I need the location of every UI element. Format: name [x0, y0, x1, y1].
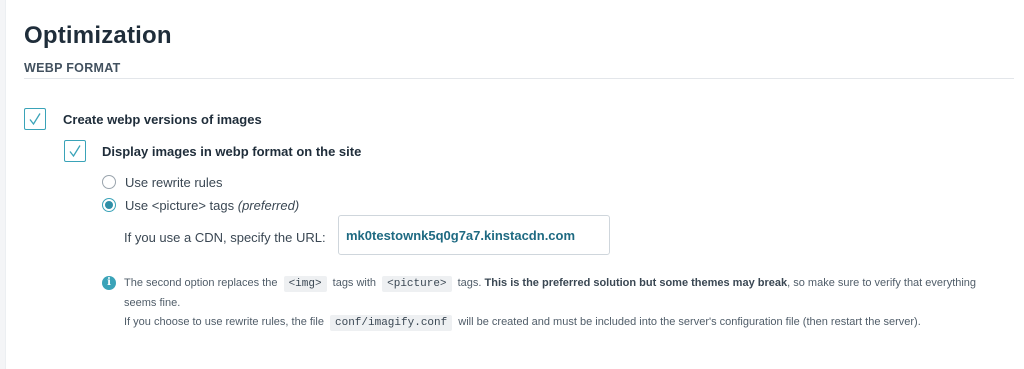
code-conf-file: conf/imagify.conf: [330, 315, 453, 331]
settings-page: Optimization WEBP FORMAT Create webp ver…: [24, 0, 1014, 369]
radio-picture-tags[interactable]: Use <picture> tags (preferred): [102, 196, 299, 214]
radio-rewrite-label[interactable]: Use rewrite rules: [125, 175, 223, 190]
help-note: The second option replaces the <img> tag…: [124, 274, 1009, 333]
code-img: <img>: [283, 276, 327, 292]
preferred-hint: (preferred): [237, 197, 300, 213]
display-webp-checkbox[interactable]: [64, 140, 86, 162]
radio-dot: [105, 201, 113, 209]
note-text: will be created and must be included int…: [458, 316, 921, 328]
radio-picture-main: Use <picture> tags: [125, 197, 235, 213]
radio-rewrite-rules[interactable]: Use rewrite rules: [102, 173, 223, 191]
cdn-url-label: If you use a CDN, specify the URL:: [124, 230, 326, 245]
note-text: The second option replaces the: [124, 277, 278, 289]
radio-button-checked[interactable]: [102, 198, 116, 212]
info-icon: i: [102, 276, 116, 290]
note-line-2: If you choose to use rewrite rules, the …: [124, 313, 1009, 333]
display-webp-label[interactable]: Display images in webp format on the sit…: [102, 144, 361, 159]
section-title: WEBP FORMAT: [24, 61, 121, 75]
section-divider: [24, 78, 1014, 79]
note-text: If you choose to use rewrite rules, the …: [124, 316, 324, 328]
code-picture: <picture>: [382, 276, 452, 292]
create-webp-label[interactable]: Create webp versions of images: [63, 112, 262, 127]
left-panel-edge: [0, 0, 6, 369]
radio-button-unchecked[interactable]: [102, 175, 116, 189]
note-text: tags with: [332, 277, 377, 289]
create-webp-checkbox[interactable]: [24, 108, 46, 130]
checkmark-icon: [29, 113, 41, 126]
cdn-url-input[interactable]: [338, 215, 610, 255]
note-line-1: The second option replaces the <img> tag…: [124, 274, 1009, 313]
radio-picture-label[interactable]: Use <picture> tags (preferred): [125, 198, 299, 213]
note-text: tags.: [457, 277, 482, 289]
page-title: Optimization: [24, 22, 172, 49]
note-emphasis: This is the preferred solution but some …: [484, 277, 788, 289]
checkmark-icon: [69, 145, 81, 158]
